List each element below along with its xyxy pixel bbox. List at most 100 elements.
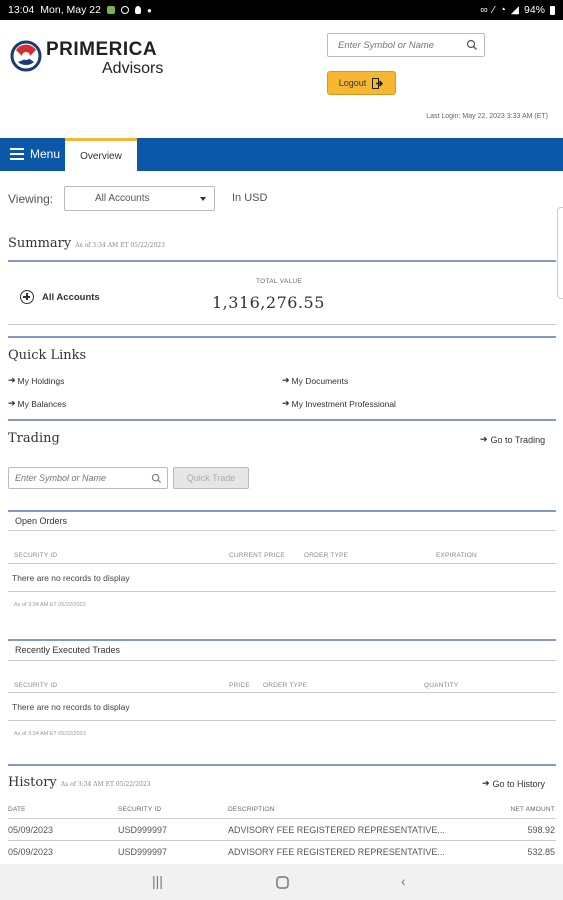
open-orders-as-of: As of 3:34 AM ET 05/22/2023 [14, 602, 86, 608]
quick-link-label: My Balances [17, 398, 67, 409]
divider [8, 818, 556, 819]
go-to-trading-label: Go to Trading [490, 434, 546, 445]
divider [8, 324, 556, 325]
search-icon[interactable] [466, 39, 478, 51]
divider [8, 639, 556, 641]
home-icon[interactable] [276, 876, 289, 889]
side-panel-handle[interactable] [557, 207, 563, 299]
search-icon[interactable] [151, 473, 162, 484]
logout-icon [372, 77, 384, 89]
col-order-type: ORDER TYPE [304, 552, 349, 559]
divider [8, 260, 556, 262]
battery-level: 94% [523, 4, 545, 16]
quick-link-balances[interactable]: ➔ My Balances [8, 398, 66, 409]
col-security-id: SECURITY ID [14, 552, 58, 559]
quick-link-label: My Investment Professional [291, 398, 396, 409]
history-title: History As of 3:34 AM ET 05/22/2023 [8, 775, 150, 790]
account-select[interactable]: All Accounts [64, 186, 215, 211]
all-accounts-label: All Accounts [42, 291, 100, 303]
recent-trades-as-of: As of 3:34 AM ET 05/22/2023 [14, 731, 86, 737]
currency-label: In USD [232, 192, 268, 204]
divider [8, 336, 556, 338]
divider [8, 660, 556, 661]
logout-button[interactable]: Logout [327, 71, 396, 95]
brand-name: PRIMERICA [46, 39, 158, 60]
recent-trades-empty: There are no records to display [12, 702, 130, 712]
history-description: ADVISORY FEE REGISTERED REPRESENTATIVE..… [228, 825, 445, 835]
bulb-icon [134, 6, 141, 14]
recent-trades-title: Recently Executed Trades [15, 645, 121, 655]
divider [8, 510, 556, 512]
col-current-price: CURRENT PRICE [229, 552, 285, 559]
primerica-logo[interactable]: PRIMERICA Advisors [10, 40, 163, 78]
viewing-label: Viewing: [8, 192, 54, 206]
go-to-history-link[interactable]: ➔ Go to History [482, 778, 545, 789]
col-quantity: QUANTITY [424, 682, 459, 689]
arrow-right-icon: ➔ [8, 375, 16, 385]
divider [8, 692, 556, 693]
total-value: 1,316,276.55 [212, 293, 325, 312]
summary-title: Summary As of 3:34 AM ET 05/22/2023 [8, 236, 165, 251]
summary-as-of: As of 3:34 AM ET 05/22/2023 [75, 242, 165, 249]
recent-apps-icon[interactable]: ||| [152, 873, 163, 889]
signal-icon: ◢ [510, 4, 519, 16]
quick-link-documents[interactable]: ➔ My Documents [282, 375, 348, 386]
back-icon[interactable]: ‹ [401, 873, 406, 889]
last-login: Last Login: May 22, 2023 3:33 AM (ET) [426, 113, 548, 120]
divider [8, 764, 556, 766]
col-security-id: SECURITY ID [118, 806, 162, 813]
quick-link-holdings[interactable]: ➔ My Holdings [8, 375, 64, 386]
tab-overview[interactable]: Overview [65, 138, 137, 171]
brand-sub: Advisors [102, 60, 164, 77]
history-date: 05/09/2023 [8, 847, 54, 857]
col-price: PRICE [229, 682, 250, 689]
header-search-input[interactable] [328, 39, 458, 51]
history-date: 05/09/2023 [8, 825, 54, 835]
divider [8, 591, 556, 592]
hamburger-icon [10, 148, 24, 160]
divider [8, 563, 556, 564]
go-to-trading-link[interactable]: ➔ Go to Trading [480, 434, 545, 445]
dot-icon: ● [146, 5, 152, 15]
menu-button[interactable]: Menu [10, 147, 60, 161]
history-description: ADVISORY FEE REGISTERED REPRESENTATIVE..… [228, 847, 445, 857]
arrow-right-icon: ➔ [482, 778, 490, 788]
arrow-right-icon: ➔ [480, 434, 488, 444]
history-title-text: History [8, 775, 57, 790]
quick-link-label: My Holdings [17, 375, 65, 386]
status-bar: 13:04 Mon, May 22 ● ∞ ⁄ ◔ ◢ 94% [0, 0, 563, 20]
summary-title-text: Summary [8, 236, 72, 251]
open-orders-title: Open Orders [15, 516, 68, 526]
quick-trade-button[interactable]: Quick Trade [173, 467, 249, 489]
col-date: DATE [8, 806, 26, 813]
divider [8, 419, 556, 421]
trade-search-input[interactable] [9, 473, 144, 483]
col-net-amount: NET AMOUNT [510, 806, 555, 813]
header-search[interactable] [327, 33, 485, 57]
divider [8, 530, 556, 531]
history-amount: 532.85 [527, 847, 555, 857]
android-icon [106, 6, 115, 14]
col-expiration: EXPIRATION [436, 552, 477, 559]
history-security[interactable]: USD999997 [118, 847, 167, 857]
plus-circle-icon[interactable] [20, 290, 34, 304]
mute-icon: ⁄ [492, 4, 495, 16]
history-amount: 598.92 [527, 825, 555, 835]
arrow-right-icon: ➔ [8, 398, 16, 408]
go-to-history-label: Go to History [492, 778, 546, 789]
arrow-right-icon: ➔ [282, 398, 290, 408]
open-orders-empty: There are no records to display [12, 573, 130, 583]
quick-link-investment-professional[interactable]: ➔ My Investment Professional [282, 398, 396, 409]
history-security[interactable]: USD999997 [118, 825, 167, 835]
all-accounts-row[interactable]: All Accounts [20, 290, 100, 304]
primerica-logo-icon [10, 40, 42, 72]
arrow-right-icon: ➔ [282, 375, 290, 385]
col-order-type: ORDER TYPE [263, 682, 308, 689]
status-date: Mon, May 22 [40, 4, 101, 16]
trade-search[interactable] [8, 467, 168, 489]
link-icon: ∞ [480, 4, 488, 16]
trading-title: Trading [8, 431, 60, 446]
divider [8, 720, 556, 721]
col-security-id: SECURITY ID [14, 682, 58, 689]
divider [8, 840, 556, 841]
